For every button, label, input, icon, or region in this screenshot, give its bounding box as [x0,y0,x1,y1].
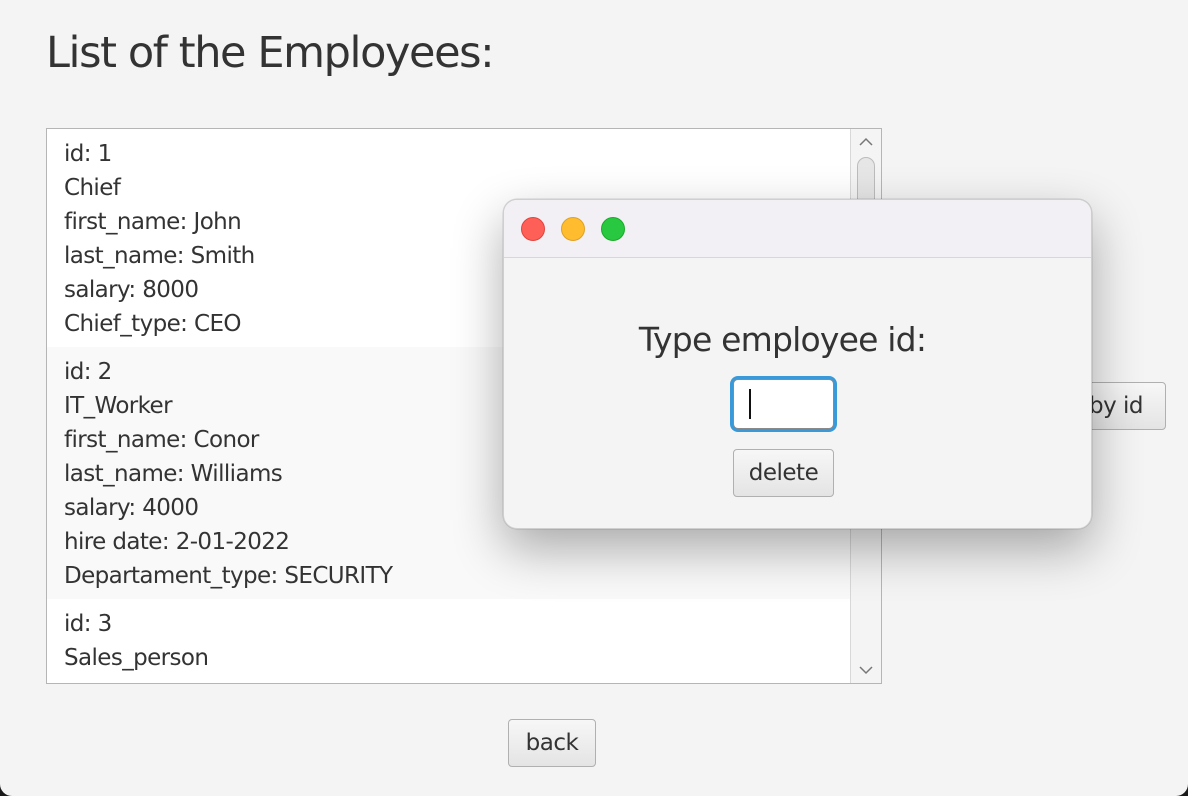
page-title: List of the Employees: [46,28,495,78]
list-item-line: id: 3 [64,611,112,637]
back-button[interactable]: back [508,719,596,767]
delete-button[interactable]: delete [733,449,834,497]
delete-dialog: Type employee id: delete [503,199,1092,529]
dialog-titlebar[interactable] [504,200,1091,258]
list-item-line: id: 1 [64,141,112,167]
list-item[interactable]: id: 3 Sales_person [47,599,851,683]
list-item-line: Sales_person [64,645,209,671]
employee-id-input[interactable] [733,379,834,429]
zoom-window-icon[interactable] [601,217,625,241]
list-item-line: hire date: 2-01-2022 [64,529,290,555]
close-window-icon[interactable] [521,217,545,241]
main-window: List of the Employees: id: 1 Chief first… [0,0,1188,796]
employee-id-label: Type employee id: [638,320,927,359]
scroll-up-icon[interactable] [851,129,881,153]
text-caret [749,389,751,419]
list-item-line: Departament_type: SECURITY [64,563,393,589]
minimize-window-icon[interactable] [561,217,585,241]
scroll-down-icon[interactable] [851,659,881,683]
